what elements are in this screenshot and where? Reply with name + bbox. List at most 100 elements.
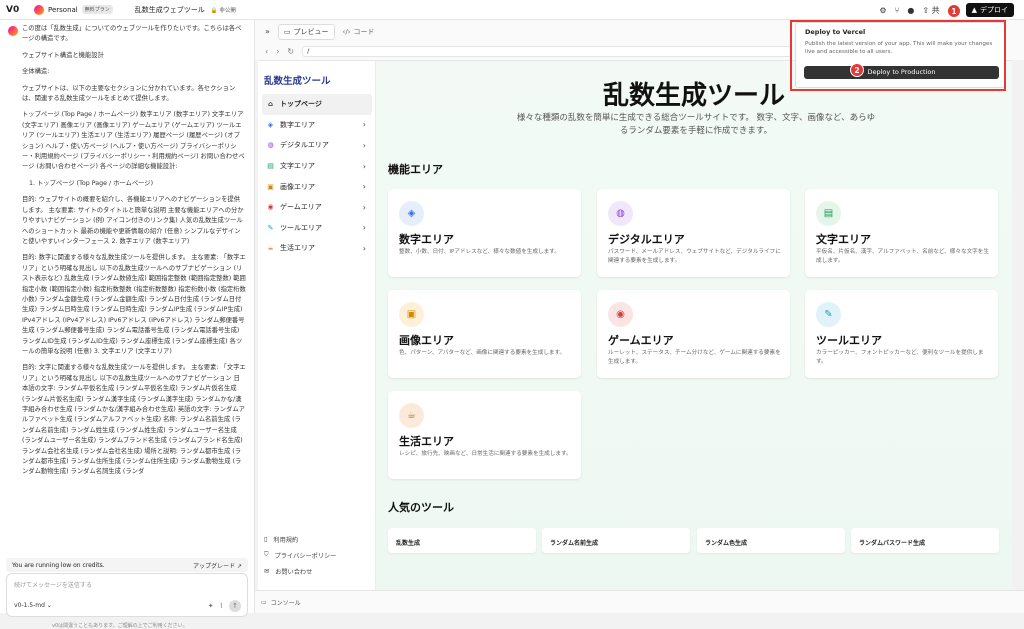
feature-card-title: デジタルエリア [608, 233, 685, 246]
feature-card-6[interactable]: ✎ ツールエリア カラーピッカー、フォントピッカーなど、便利なツールを提供します。 [805, 290, 998, 378]
globe-icon: ◍ [267, 141, 274, 150]
feature-card-5[interactable]: ◉ ゲームエリア ルーレット、ステータス、チーム分けなど、ゲームに関連する要素を生成… [597, 290, 790, 378]
features-heading: 機能エリア [388, 163, 443, 176]
image-icon: ▣ [267, 182, 274, 191]
attach-icon[interactable]: ⌇ [220, 602, 223, 610]
chevron-right-icon: › [362, 120, 366, 130]
github-icon[interactable]: ● [907, 6, 914, 15]
nav-item-label: 数字エリア [280, 120, 315, 129]
image-icon: ▣ [399, 302, 424, 327]
step-marker-1: 1 [947, 4, 961, 18]
footer-link-label: お問い合わせ [275, 568, 313, 576]
forward-icon[interactable]: › [276, 47, 279, 56]
v0-logo[interactable]: V0 [6, 5, 20, 15]
branch-icon[interactable]: ⑂ [895, 6, 900, 15]
project-title[interactable]: 乱数生成ウェブツール [135, 5, 205, 15]
feature-card-desc: パスワード、メールアドレス、ウェブサイトなど、デジタルライフに関連する要素を生成… [608, 249, 781, 264]
tab-preview[interactable]: ▭ プレビュー [277, 23, 335, 40]
triangle-icon: ▲ [971, 6, 977, 14]
url-field[interactable]: / [302, 46, 793, 57]
nav-item-7[interactable]: ✎ ツールエリア › [262, 218, 372, 239]
chat-paragraph: トップページ (Top Page / ホームページ) 数字エリア (数字エリア)… [22, 111, 245, 171]
coffee-icon: ☕ [399, 403, 424, 428]
document-icon: ▤ [816, 201, 841, 226]
upgrade-link[interactable]: アップグレード ↗ [193, 561, 242, 570]
low-credits-banner: You are running low on credits. アップグレード … [6, 558, 248, 572]
feature-card-desc: カラーピッカー、フォントピッカーなど、便利なツールを提供します。 [816, 350, 984, 365]
nav-item-8[interactable]: ☕ 生活エリア › [262, 238, 372, 259]
home-icon: ⌂ [267, 100, 273, 109]
nav-item-3[interactable]: ◍ デジタルエリア › [262, 135, 372, 156]
visibility-badge[interactable]: 🔒 非公開 [211, 6, 236, 14]
console-bar[interactable]: ▭ コンソール [255, 590, 1024, 613]
popular-heading: 人気のツール [388, 501, 454, 514]
chevron-right-icon: › [362, 223, 366, 233]
document-icon: ▤ [267, 162, 274, 171]
sidebar-footer: ▯ 利用規約 ⛉ プライバシーポリシー ✉ お問い合わせ [264, 531, 336, 579]
site-main: 乱数生成ツール 様々な種類の乱数を簡単に生成できる総合ツールサイトです。 数字、… [376, 61, 1012, 590]
input-actions: ✦ ⌇ ↑ [208, 600, 241, 612]
console-label: コンソール [270, 599, 301, 607]
chat-paragraph: 目的: ウェブサイトの概要を紹介し、各機能エリアへのナビゲーションを提供します。… [22, 196, 244, 245]
footer-link-label: 利用規約 [273, 536, 299, 544]
chevron-right-icon: › [362, 243, 366, 253]
feature-card-3[interactable]: ▤ 文字エリア 平仮名、片仮名、漢字、アルファベット、名前など、様々な文字を生成しま… [805, 189, 998, 277]
chat-paragraph: 全体構造: [22, 68, 50, 76]
settings-icon[interactable]: ⚙ [879, 6, 886, 15]
feature-card-desc: ルーレット、ステータス、チーム分けなど、ゲームに関連する要素を生成します。 [608, 350, 781, 365]
feature-card-desc: レシピ、旅行先、映画など、日常生活に関連する要素を生成します。 [399, 451, 572, 457]
coffee-icon: ☕ [267, 244, 274, 253]
chevron-right-icon: › [362, 140, 366, 150]
nav-item-1[interactable]: ⌂ トップページ [262, 94, 372, 115]
footer-link-2[interactable]: ⛉ プライバシーポリシー [264, 547, 336, 563]
message-input[interactable]: 続けてメッセージを送信する v0-1.5-md ⌄ ✦ ⌇ ↑ [6, 573, 248, 617]
feature-card-2[interactable]: ◍ デジタルエリア パスワード、メールアドレス、ウェブサイトなど、デジタルライフに関… [597, 189, 790, 277]
site-nav: ⌂ トップページ ◈ 数字エリア › ◍ デジタルエリア › ▤ 文字エリア › ▣ 画像エリア › ◉ ゲー… [262, 94, 372, 259]
footer-link-3[interactable]: ✉ お問い合わせ [264, 563, 336, 579]
nav-item-6[interactable]: ◉ ゲームエリア › [262, 197, 372, 218]
chat-panel: この度は「乱数生成」についてのウェブツールを作りたいです。こちらは各ページの構造… [0, 20, 255, 629]
nav-item-5[interactable]: ▣ 画像エリア › [262, 176, 372, 197]
chat-paragraph: 1. トップページ (Top Page / ホームページ) [29, 179, 154, 187]
refresh-icon[interactable]: ↻ [287, 47, 294, 56]
sparkle-icon[interactable]: ✦ [208, 602, 214, 610]
popular-tool-2[interactable]: ランダム名前生成 [542, 528, 690, 553]
back-icon[interactable]: ‹ [265, 47, 268, 56]
credits-text: You are running low on credits. [12, 561, 105, 569]
popular-tool-1[interactable]: 乱数生成 [388, 528, 536, 553]
chevron-right-icon: › [362, 202, 366, 212]
workspace-avatar[interactable] [34, 4, 44, 15]
deploy-button[interactable]: ▲ デプロイ [965, 3, 1014, 17]
feature-card-1[interactable]: ◈ 数字エリア 整数、小数、日付、IPアドレスなど、様々な数値を生成します。 [388, 189, 581, 277]
feature-card-title: ゲームエリア [608, 334, 674, 347]
message-placeholder: 続けてメッセージを送信する [14, 582, 92, 589]
nav-item-2[interactable]: ◈ 数字エリア › [262, 115, 372, 136]
tab-preview-label: プレビュー [293, 27, 329, 36]
top-bar: V0 Personal 無料プラン 乱数生成ウェブツール 🔒 非公開 ⚙ ⑂ ●… [0, 0, 1024, 20]
nav-item-4[interactable]: ▤ 文字エリア › [262, 156, 372, 177]
send-button[interactable]: ↑ [229, 600, 241, 612]
feature-card-desc: 色、パターン、アバターなど、画像に関連する要素を生成します。 [399, 350, 566, 356]
site-title[interactable]: 乱数生成ツール [264, 73, 331, 87]
feature-card-desc: 平仮名、片仮名、漢字、アルファベット、名前など、様々な文字を生成します。 [816, 249, 989, 264]
nav-item-label: 文字エリア [280, 162, 315, 171]
highlight-box [790, 20, 1006, 91]
collapse-icon[interactable]: » [265, 27, 270, 36]
terminal-icon: ▭ [261, 598, 267, 606]
feature-card-4[interactable]: ▣ 画像エリア 色、パターン、アバターなど、画像に関連する要素を生成します。 [388, 290, 581, 378]
footer-link-label: プライバシーポリシー [274, 552, 337, 560]
share-label: 共 [931, 5, 940, 15]
feature-card-title: 数字エリア [399, 233, 454, 246]
model-selector[interactable]: v0-1.5-md ⌄ [14, 602, 52, 609]
footer-link-1[interactable]: ▯ 利用規約 [264, 531, 336, 547]
feature-card-7[interactable]: ☕ 生活エリア レシピ、旅行先、映画など、日常生活に関連する要素を生成します。 [388, 391, 581, 479]
workspace-name[interactable]: Personal [48, 6, 78, 14]
popular-tool-4[interactable]: ランダムパスワード生成 [851, 528, 999, 553]
popular-tool-3[interactable]: ランダム色生成 [697, 528, 845, 553]
chat-paragraph: ウェブサイトは、以下の主要なセクションに分かれています。各セクションは、関連する… [22, 84, 236, 103]
tab-code[interactable]: ‹/› コード [343, 27, 375, 37]
hero-subtitle: 様々な種類の乱数を簡単に生成できる総合ツールサイトです。 数字、文字、画像など、… [516, 113, 876, 136]
nav-item-label: デジタルエリア [280, 141, 329, 150]
plan-badge: 無料プラン [81, 5, 113, 14]
share-button[interactable]: ⇪ 共 [922, 5, 939, 16]
